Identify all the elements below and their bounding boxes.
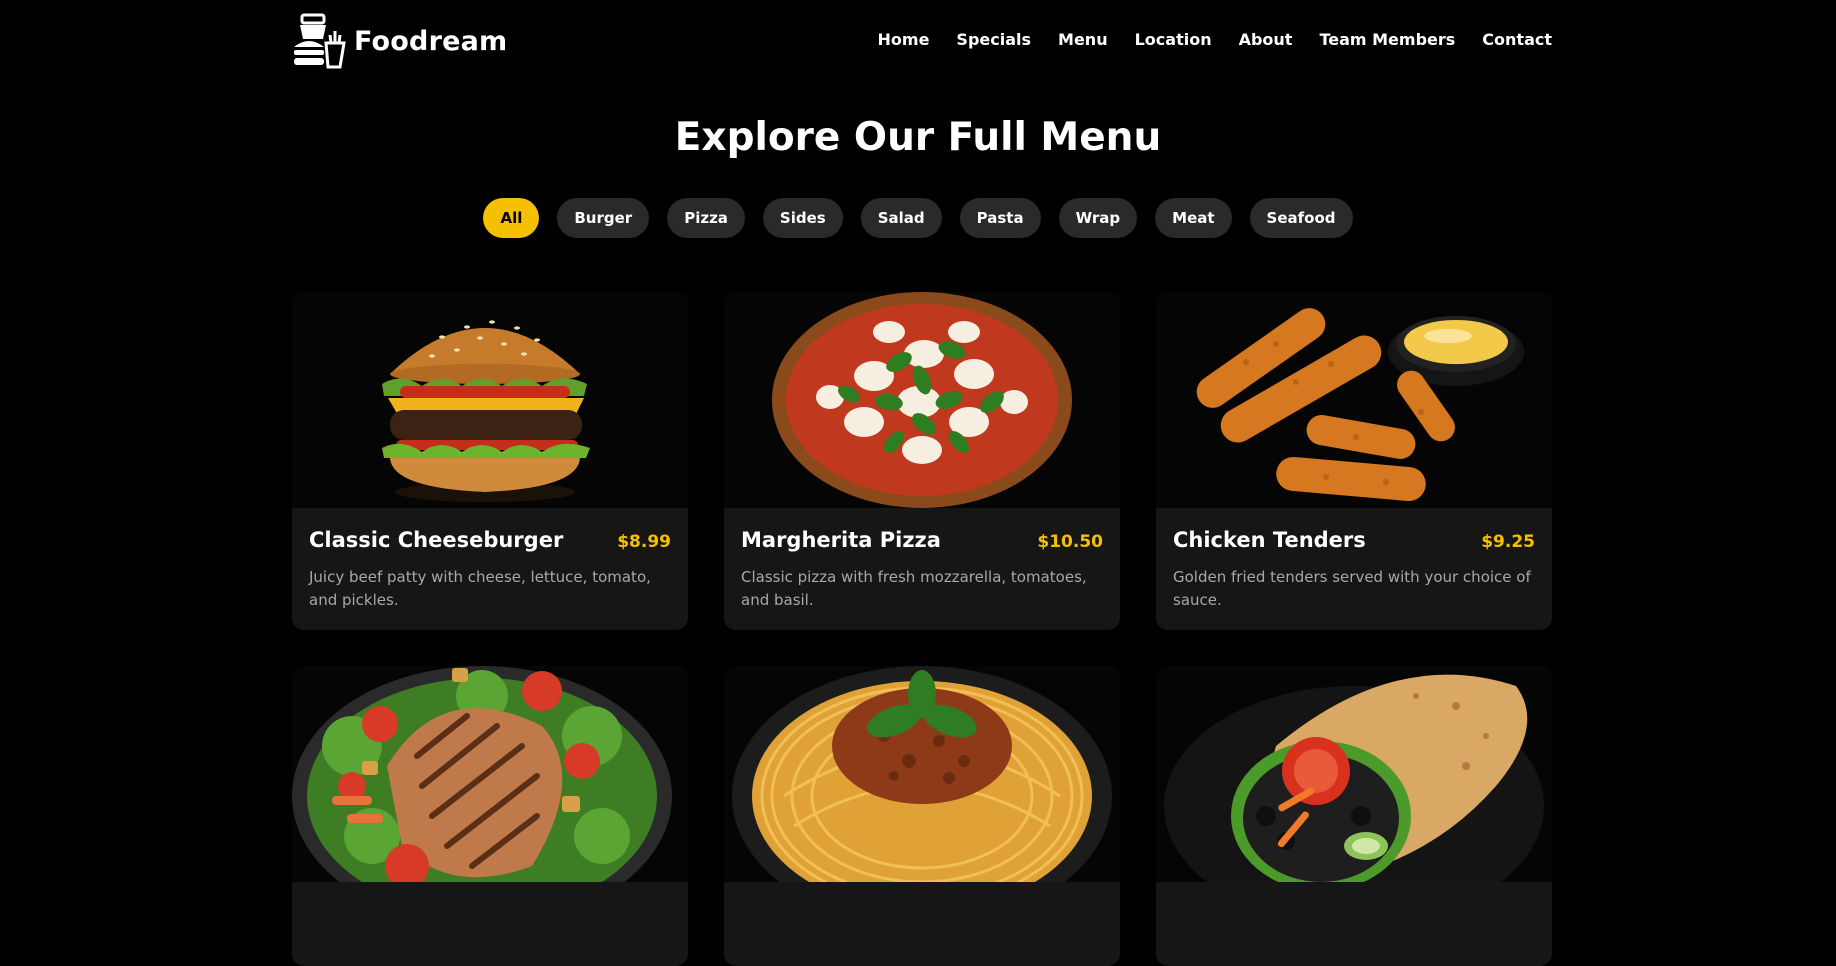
nav-link-team-members[interactable]: Team Members	[1319, 30, 1455, 49]
margherita-pizza-photo	[724, 292, 1120, 508]
nav-link-specials[interactable]: Specials	[956, 30, 1031, 49]
menu-card[interactable]: Classic Cheeseburger $8.99 Juicy beef pa…	[292, 292, 688, 630]
nav-link-location[interactable]: Location	[1135, 30, 1212, 49]
nav-link-about[interactable]: About	[1239, 30, 1293, 49]
brand-logo[interactable]: Foodream	[292, 12, 507, 70]
chicken-tenders-photo	[1156, 292, 1552, 508]
nav-link-home[interactable]: Home	[878, 30, 930, 49]
item-price: $8.99	[617, 532, 671, 552]
category-filters: All Burger Pizza Sides Salad Pasta Wrap …	[0, 198, 1836, 238]
filter-sides[interactable]: Sides	[762, 198, 843, 238]
item-name: Chicken Tenders	[1173, 528, 1366, 552]
menu-card[interactable]	[292, 666, 688, 966]
item-description: Juicy beef patty with cheese, lettuce, t…	[309, 568, 651, 609]
menu-card[interactable]: Chicken Tenders $9.25 Golden fried tende…	[1156, 292, 1552, 630]
brand-name: Foodream	[354, 25, 508, 57]
item-price: $10.50	[1037, 532, 1103, 552]
food-logo-icon	[294, 13, 346, 69]
item-name: Margherita Pizza	[741, 528, 941, 552]
item-description: Classic pizza with fresh mozzarella, tom…	[741, 568, 1087, 609]
menu-card[interactable]	[1156, 666, 1552, 966]
filter-pizza[interactable]: Pizza	[667, 198, 745, 238]
menu-card[interactable]	[724, 666, 1120, 966]
page-title: Explore Our Full Menu	[674, 115, 1162, 160]
filter-wrap[interactable]: Wrap	[1058, 198, 1138, 238]
filter-meat[interactable]: Meat	[1155, 198, 1232, 238]
cheeseburger-photo	[292, 292, 688, 508]
veggie-wrap-photo	[1156, 666, 1552, 882]
menu-card[interactable]: Margherita Pizza $10.50 Classic pizza wi…	[724, 292, 1120, 630]
item-description: Golden fried tenders served with your ch…	[1173, 568, 1531, 609]
filter-burger[interactable]: Burger	[557, 198, 650, 238]
menu-grid: Classic Cheeseburger $8.99 Juicy beef pa…	[292, 292, 1552, 966]
filter-salad[interactable]: Salad	[860, 198, 942, 238]
filter-seafood[interactable]: Seafood	[1249, 198, 1353, 238]
spaghetti-bolognese-photo	[724, 666, 1120, 882]
filter-all[interactable]: All	[483, 198, 540, 238]
nav-link-contact[interactable]: Contact	[1482, 30, 1552, 49]
nav-link-menu[interactable]: Menu	[1058, 30, 1108, 49]
nav-menu: Home Specials Menu Location About Team M…	[878, 30, 1552, 49]
grilled-chicken-salad-photo	[292, 666, 688, 882]
item-name: Classic Cheeseburger	[309, 528, 564, 552]
top-navigation: Foodream Home Specials Menu Location Abo…	[292, 12, 1552, 70]
item-price: $9.25	[1481, 532, 1535, 552]
filter-pasta[interactable]: Pasta	[959, 198, 1041, 238]
